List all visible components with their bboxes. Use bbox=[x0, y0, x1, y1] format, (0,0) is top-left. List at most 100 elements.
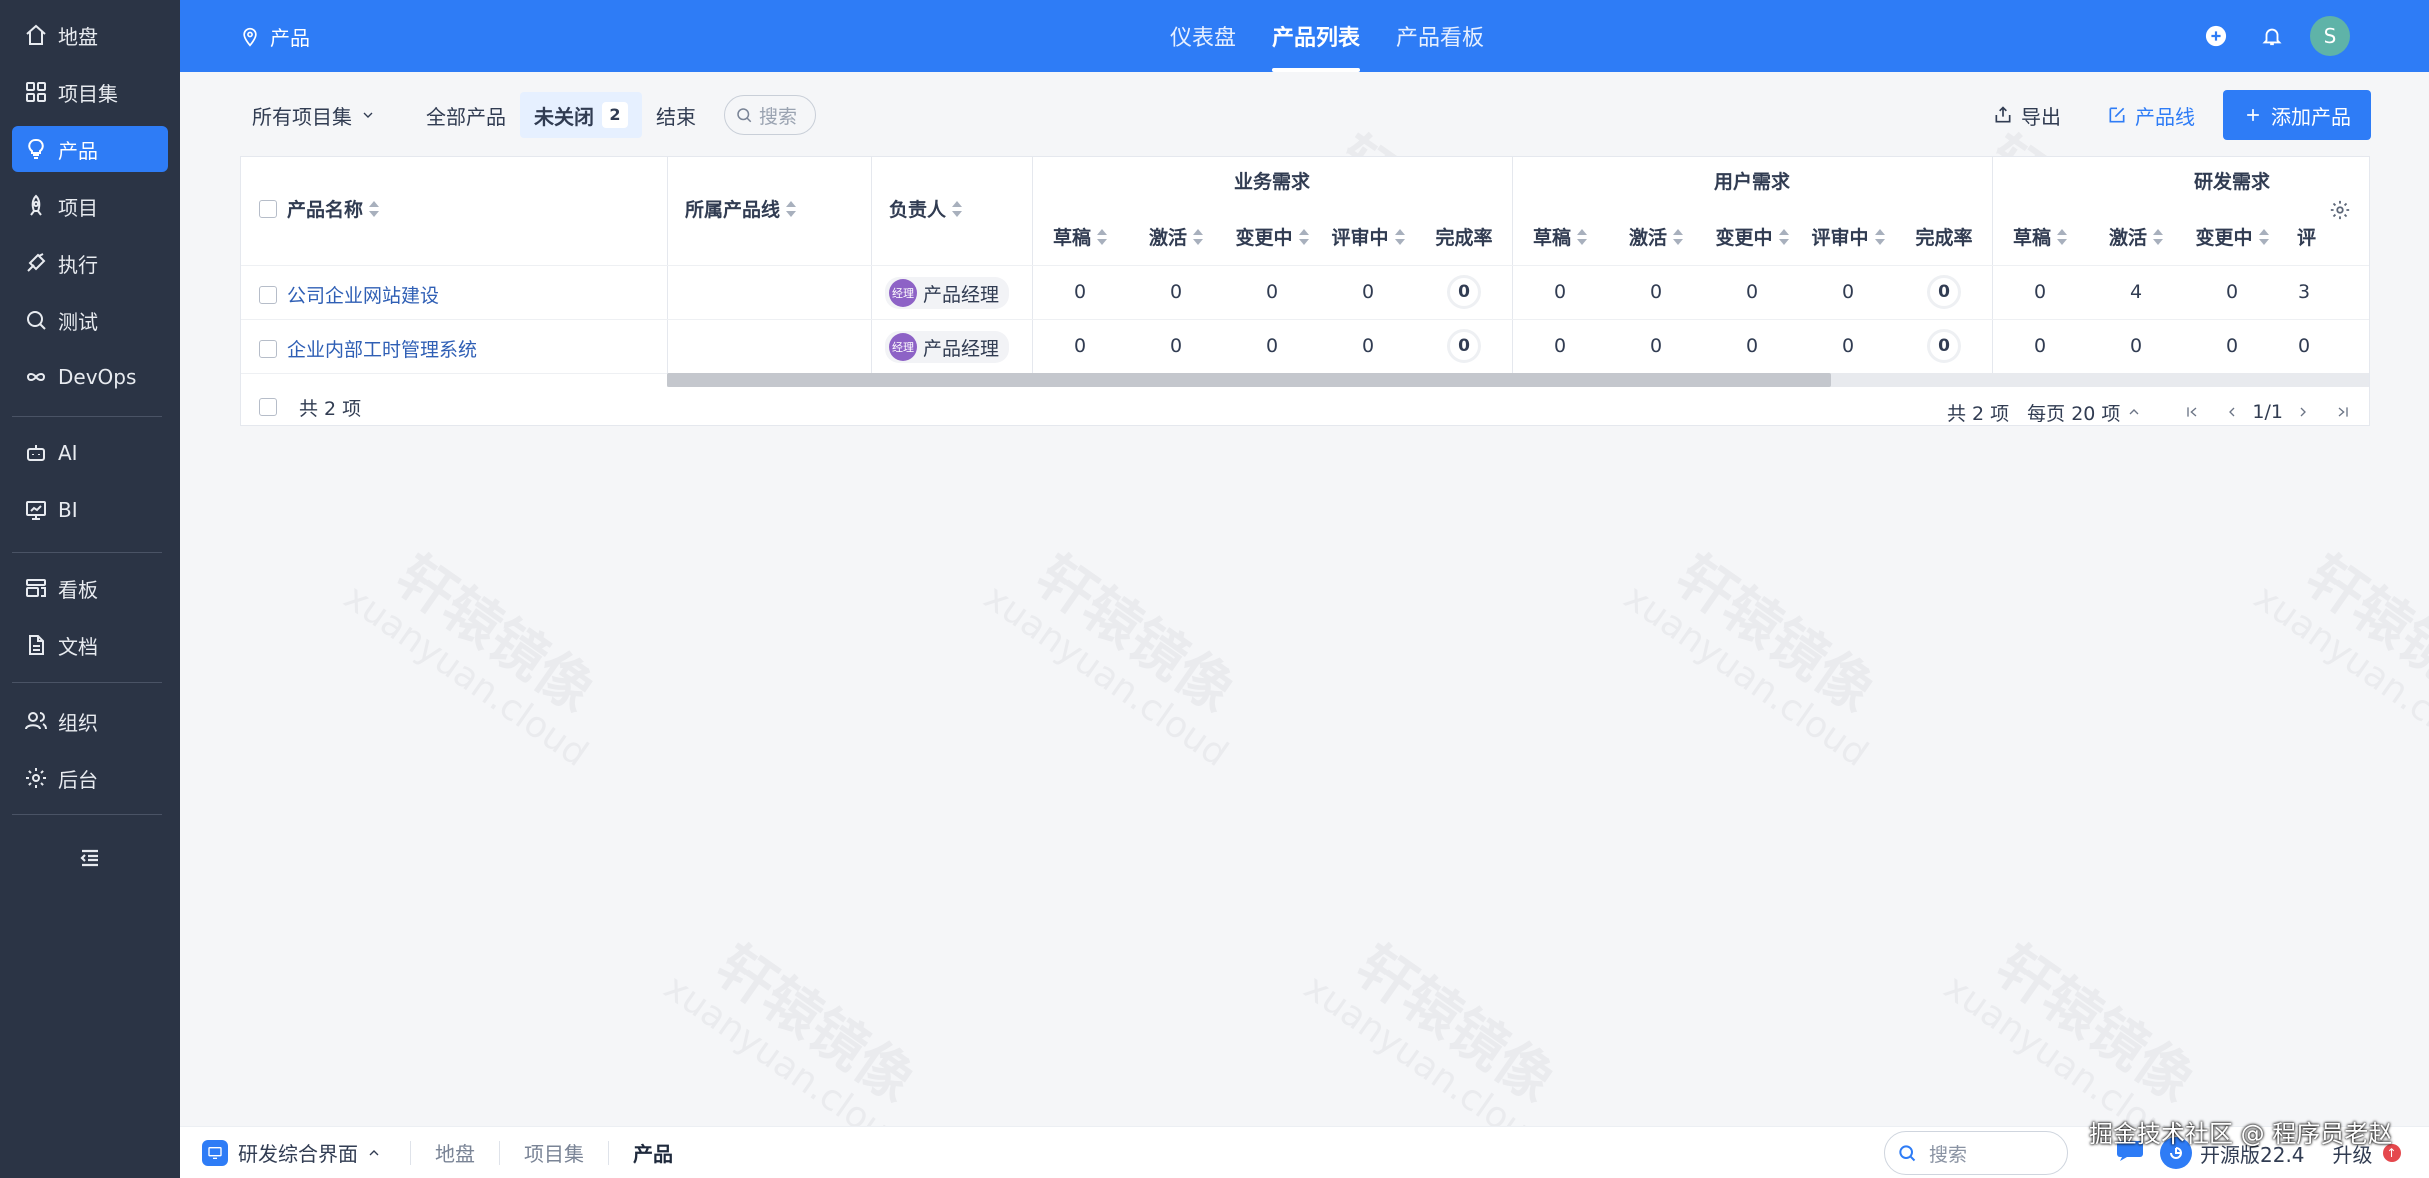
sidebar-item-admin[interactable]: 后台 bbox=[12, 755, 168, 801]
page-size-dropdown[interactable]: 每页 20 项 bbox=[2027, 399, 2120, 426]
group-header-business: 业务需求 bbox=[1233, 171, 1310, 193]
global-search-placeholder: 搜索 bbox=[1929, 1143, 1968, 1166]
row-checkbox[interactable] bbox=[259, 339, 277, 358]
filter-unclosed[interactable]: 未关闭 2 bbox=[520, 92, 642, 138]
crumb-home[interactable]: 地盘 bbox=[410, 1140, 499, 1166]
people-icon bbox=[22, 707, 50, 735]
product-name-link[interactable]: 公司企业网站建设 bbox=[287, 281, 439, 308]
sort-icon bbox=[1673, 228, 1683, 245]
export-label: 导出 bbox=[2021, 104, 2061, 129]
product-name-link[interactable]: 企业内部工时管理系统 bbox=[287, 335, 477, 362]
user-avatar[interactable]: S bbox=[2310, 16, 2350, 56]
column-settings-button[interactable] bbox=[2329, 199, 2351, 226]
sidebar-item-programs[interactable]: 项目集 bbox=[12, 69, 168, 115]
cell-value: 0 bbox=[1841, 335, 1855, 357]
subheader-active[interactable]: 激活 bbox=[1128, 223, 1224, 250]
last-page-icon[interactable] bbox=[2335, 404, 2351, 420]
owner-cell: 经理 产品经理 bbox=[885, 331, 1010, 363]
app-switcher[interactable]: 研发综合界面 bbox=[202, 1138, 410, 1167]
export-button[interactable]: 导出 bbox=[1993, 101, 2061, 130]
sort-icon bbox=[1394, 228, 1405, 245]
sidebar-divider bbox=[12, 552, 162, 553]
sidebar-item-doc[interactable]: 文档 bbox=[12, 622, 168, 668]
location-breadcrumb[interactable]: 产品 bbox=[240, 22, 310, 51]
sidebar-item-label: 地盘 bbox=[58, 24, 98, 49]
cell-value: 4 bbox=[2129, 281, 2143, 303]
sidebar-item-kanban[interactable]: 看板 bbox=[12, 565, 168, 611]
subheader-completion: 完成率 bbox=[1915, 227, 1973, 249]
add-product-button[interactable]: 添加产品 bbox=[2223, 90, 2371, 140]
collapse-sidebar-button[interactable] bbox=[72, 840, 108, 876]
crumb-product[interactable]: 产品 bbox=[608, 1140, 697, 1166]
subheader-active[interactable]: 激活 bbox=[2088, 223, 2184, 250]
cell-value: 0 bbox=[1361, 281, 1375, 303]
subheader-reviewing[interactable]: 评审中 bbox=[1320, 223, 1416, 250]
program-filter-dropdown[interactable]: 所有项目集 bbox=[240, 92, 390, 138]
sort-icon bbox=[1298, 228, 1309, 245]
edit-icon bbox=[2109, 107, 2125, 123]
prev-page-icon[interactable] bbox=[2224, 404, 2240, 420]
subheader-active[interactable]: 激活 bbox=[1608, 223, 1704, 250]
create-button[interactable] bbox=[2198, 18, 2234, 54]
sidebar-divider bbox=[12, 416, 162, 417]
sidebar-item-label: 组织 bbox=[58, 710, 98, 735]
sidebar-item-product[interactable]: 产品 bbox=[12, 126, 168, 172]
table-row[interactable]: 公司企业网站建设 bbox=[259, 281, 439, 308]
sidebar-item-label: DevOps bbox=[58, 365, 137, 389]
owner-avatar: 经理 bbox=[889, 333, 917, 361]
sidebar-item-ai[interactable]: AI bbox=[12, 430, 168, 476]
plus-icon bbox=[2247, 109, 2259, 121]
cell-value: 0 bbox=[1073, 281, 1087, 303]
crumb-programs[interactable]: 项目集 bbox=[499, 1140, 608, 1166]
horizontal-scrollbar[interactable] bbox=[667, 373, 2369, 387]
sort-icon bbox=[952, 200, 963, 217]
column-header-owner[interactable]: 负责人 bbox=[889, 195, 963, 222]
filter-count-badge: 2 bbox=[602, 102, 628, 128]
filter-unclosed-label: 未关闭 bbox=[534, 104, 594, 129]
sidebar-item-test[interactable]: 测试 bbox=[12, 297, 168, 343]
watermark: 轩辕镜像xuanyuan.cloud bbox=[1616, 543, 1886, 775]
subheader-changing[interactable]: 变更中 bbox=[2184, 223, 2280, 250]
subheader-changing[interactable]: 变更中 bbox=[1224, 223, 1320, 250]
scrollbar-thumb[interactable] bbox=[667, 373, 1831, 387]
table-row[interactable]: 企业内部工时管理系统 bbox=[259, 335, 477, 362]
cell-value: 0 bbox=[2033, 281, 2047, 303]
sidebar-item-bi[interactable]: BI bbox=[12, 487, 168, 533]
select-all-checkbox[interactable] bbox=[259, 199, 277, 218]
sidebar-item-devops[interactable]: DevOps bbox=[12, 354, 168, 400]
gear-icon bbox=[22, 764, 50, 792]
first-page-icon[interactable] bbox=[2184, 404, 2200, 420]
column-header-name[interactable]: 产品名称 bbox=[259, 195, 380, 222]
subheader-changing[interactable]: 变更中 bbox=[1704, 223, 1800, 250]
next-page-icon[interactable] bbox=[2295, 404, 2311, 420]
filter-closed[interactable]: 结束 bbox=[642, 92, 710, 138]
sidebar-item-execution[interactable]: 执行 bbox=[12, 240, 168, 286]
product-table: 产品名称 所属产品线 负责人 业务需求 用户需求 研发需求 草稿 激活 变更中 … bbox=[240, 156, 2370, 426]
main-tabs: 仪表盘 产品列表 产品看板 bbox=[1152, 0, 1502, 72]
sidebar-item-label: 文档 bbox=[58, 634, 98, 659]
table-footer: 共 2 项 bbox=[259, 389, 361, 425]
sidebar-item-project[interactable]: 项目 bbox=[12, 183, 168, 229]
sidebar-item-org[interactable]: 组织 bbox=[12, 698, 168, 744]
toolbar-search-input[interactable]: 搜索 bbox=[724, 95, 816, 135]
cell-value: 0 bbox=[1745, 281, 1759, 303]
subheader-draft[interactable]: 草稿 bbox=[1992, 223, 2088, 250]
tab-product-kanban[interactable]: 产品看板 bbox=[1378, 0, 1502, 72]
watermark: 轩辕镜像xuanyuan.cloud bbox=[2246, 543, 2429, 775]
filter-all-products[interactable]: 全部产品 bbox=[412, 92, 520, 138]
tab-dashboard[interactable]: 仪表盘 bbox=[1152, 0, 1254, 72]
sort-icon bbox=[2057, 228, 2067, 245]
subheader-draft[interactable]: 草稿 bbox=[1032, 223, 1128, 250]
sidebar-divider bbox=[12, 682, 162, 683]
group-header-user: 用户需求 bbox=[1713, 171, 1790, 193]
footer-select-all-checkbox[interactable] bbox=[259, 398, 277, 416]
row-checkbox[interactable] bbox=[259, 285, 277, 304]
column-header-line[interactable]: 所属产品线 bbox=[685, 195, 797, 222]
notifications-button[interactable] bbox=[2254, 18, 2290, 54]
sidebar-item-home[interactable]: 地盘 bbox=[12, 12, 168, 58]
subheader-reviewing[interactable]: 评审中 bbox=[1800, 223, 1896, 250]
subheader-draft[interactable]: 草稿 bbox=[1512, 223, 1608, 250]
product-line-button[interactable]: 产品线 bbox=[2107, 101, 2195, 130]
global-search-input[interactable]: 搜索 bbox=[1884, 1131, 2068, 1175]
tab-product-list[interactable]: 产品列表 bbox=[1254, 0, 1378, 72]
